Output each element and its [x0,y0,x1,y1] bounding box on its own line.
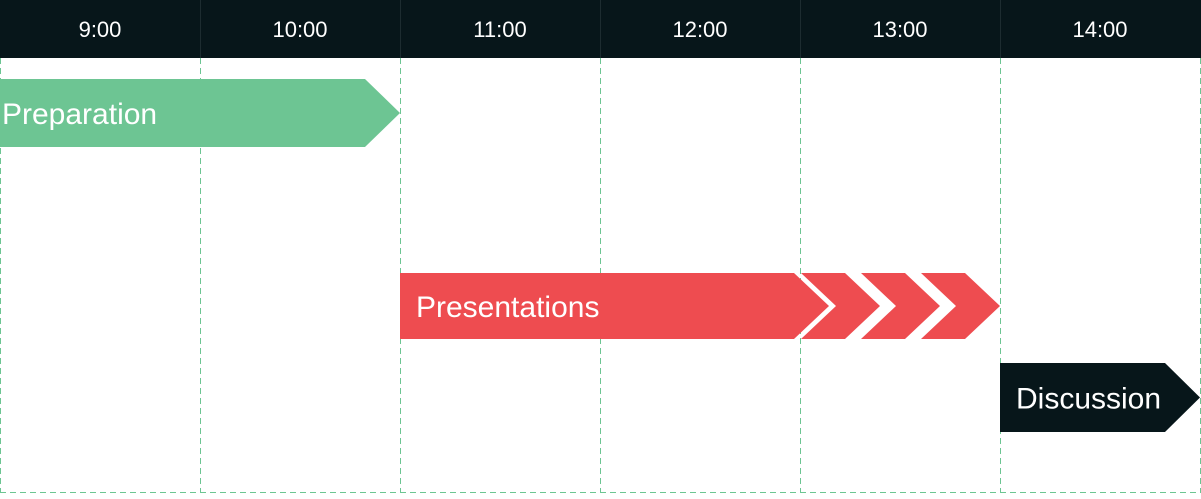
hour-label-11-00: 11:00 [473,17,526,42]
hour-label-9-00: 9:00 [79,17,122,42]
task-label-presentations: Presentations [416,291,599,324]
task-bar-presentations: Presentations [400,273,1000,339]
hour-label-13-00: 13:00 [872,17,927,42]
hour-label-10-00: 10:00 [272,17,327,42]
task-label-discussion: Discussion [1016,383,1161,416]
task-label-preparation: Preparation [2,98,157,131]
timeline-svg: 9:00 10:00 11:00 12:00 13:00 14:00 Preparatio… [0,0,1201,494]
task-bar-preparation: Preparation [0,79,400,147]
hour-label-14-00: 14:00 [1072,17,1127,42]
hour-label-12-00: 12:00 [672,17,727,42]
task-bar-discussion: Discussion [1000,363,1200,432]
timeline-chart: 9:00 10:00 11:00 12:00 13:00 14:00 Preparatio… [0,0,1201,494]
